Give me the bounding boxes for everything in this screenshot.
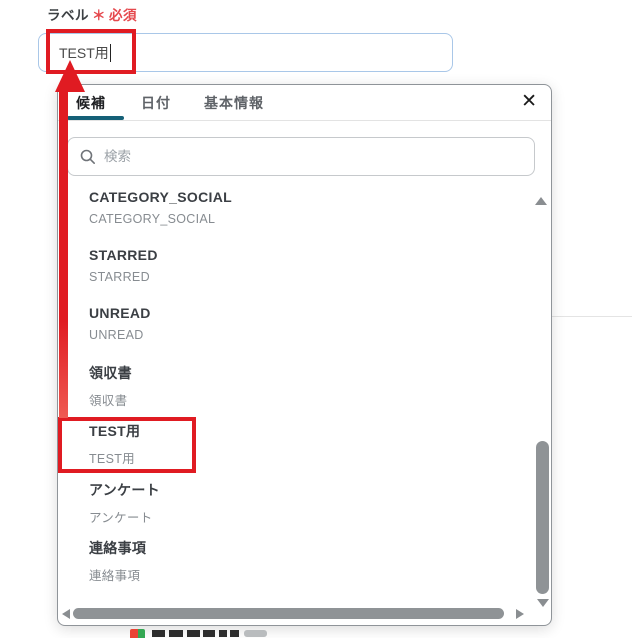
horizontal-scrollbar-thumb[interactable] <box>73 608 504 619</box>
clipped-text-fragment <box>230 630 239 637</box>
field-label-row: ラベル＊必須 <box>47 4 137 24</box>
list-item[interactable]: UNREAD UNREAD <box>89 305 509 363</box>
clipped-text-fragment <box>219 630 227 637</box>
item-subtitle: STARRED <box>89 270 150 284</box>
field-label: ラベル <box>47 8 89 23</box>
search-icon <box>80 149 95 164</box>
item-subtitle: CATEGORY_SOCIAL <box>89 212 216 226</box>
list-item[interactable]: STARRED STARRED <box>89 247 509 305</box>
label-suggestion-popup: 候補 日付 基本情報 ✕ CATEGORY_SOCIAL CATEGORY_SO… <box>57 84 552 626</box>
suggestion-list: CATEGORY_SOCIAL CATEGORY_SOCIAL STARRED … <box>58 185 530 603</box>
item-title: UNREAD <box>89 305 151 321</box>
item-subtitle: 連絡事項 <box>89 569 141 583</box>
scroll-down-icon[interactable] <box>537 599 549 607</box>
active-tab-underline <box>67 116 124 120</box>
clipped-gray-element <box>244 630 267 637</box>
clipped-text-fragment <box>203 630 215 637</box>
tab-date[interactable]: 日付 <box>141 93 171 113</box>
scroll-up-icon[interactable] <box>535 197 547 205</box>
text-caret <box>109 43 111 62</box>
background-divider <box>552 316 632 317</box>
item-title: CATEGORY_SOCIAL <box>89 189 232 205</box>
item-subtitle: TEST用 <box>89 452 135 466</box>
search-input[interactable] <box>104 149 534 164</box>
list-item[interactable]: 領収書 領収書 <box>89 363 509 421</box>
label-input[interactable]: TEST用 <box>38 33 453 72</box>
item-title: 連絡事項 <box>89 540 147 556</box>
item-title: TEST用 <box>89 423 141 439</box>
clipped-bottom-row <box>0 629 632 638</box>
clipped-text-fragment <box>187 630 200 637</box>
list-item-test[interactable]: TEST用 TEST用 <box>89 421 509 479</box>
item-title: アンケート <box>89 482 160 498</box>
close-icon[interactable]: ✕ <box>521 90 537 114</box>
page: ラベル＊必須 TEST用 候補 日付 基本情報 ✕ CATEGORY_SOCIA… <box>0 0 632 638</box>
item-title: STARRED <box>89 247 158 263</box>
item-subtitle: 領収書 <box>89 394 128 408</box>
label-input-value: TEST用 <box>59 44 109 61</box>
list-item[interactable]: CATEGORY_SOCIAL CATEGORY_SOCIAL <box>89 189 509 247</box>
tab-basic-info[interactable]: 基本情報 <box>204 93 264 113</box>
required-badge: 必須 <box>109 8 137 23</box>
search-box[interactable] <box>67 137 535 176</box>
item-subtitle: UNREAD <box>89 328 144 342</box>
scroll-left-icon[interactable] <box>62 609 70 619</box>
clipped-text-fragment <box>152 630 165 637</box>
required-asterisk-icon: ＊ <box>92 8 106 23</box>
scroll-right-icon[interactable] <box>516 609 524 619</box>
list-item[interactable]: アンケート アンケート <box>89 480 509 538</box>
item-subtitle: アンケート <box>89 511 153 525</box>
popup-tabbar: 候補 日付 基本情報 ✕ <box>58 85 551 121</box>
list-item[interactable]: 連絡事項 連絡事項 <box>89 538 509 596</box>
vertical-scrollbar-thumb[interactable] <box>536 441 549 594</box>
clipped-text-fragment <box>169 630 183 637</box>
colored-file-icon <box>130 629 145 638</box>
tab-candidates[interactable]: 候補 <box>76 93 106 113</box>
item-title: 領収書 <box>89 365 132 381</box>
